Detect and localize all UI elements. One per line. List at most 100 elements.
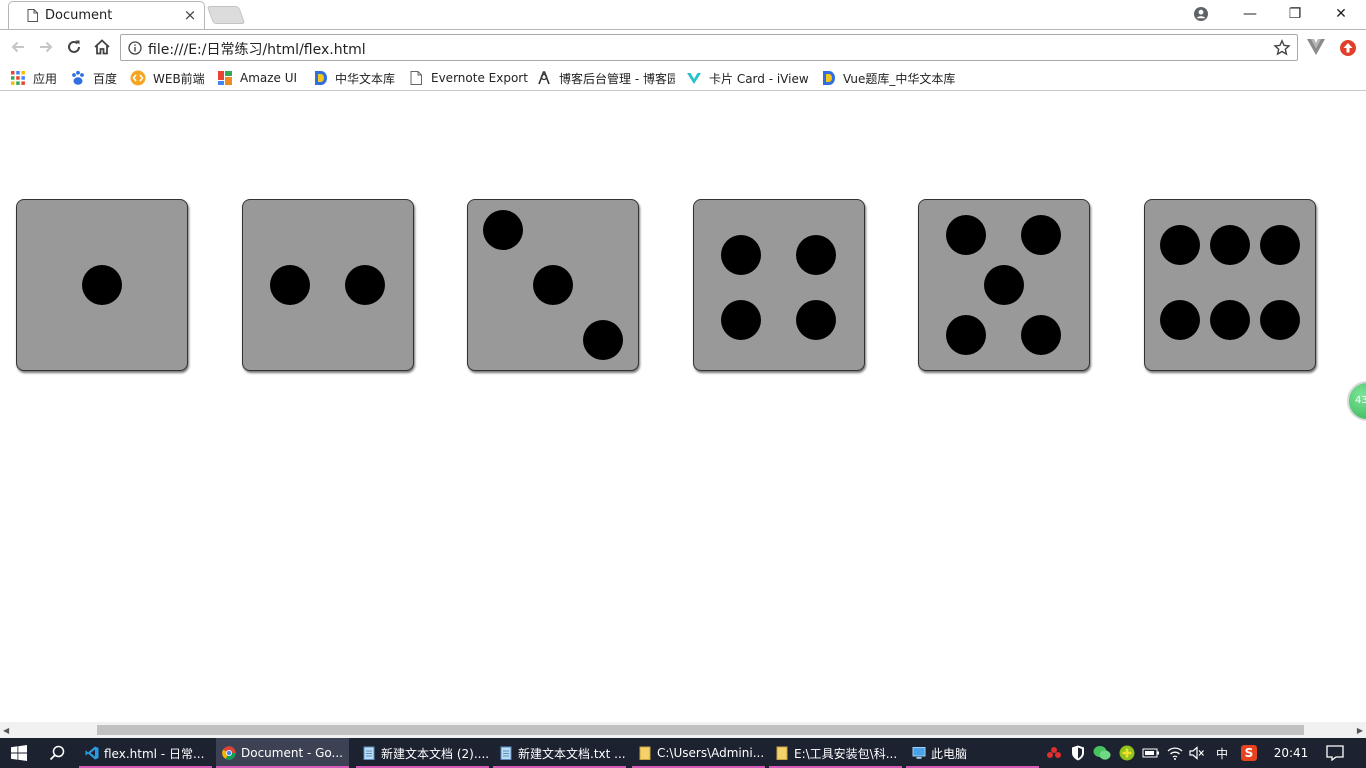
home-button[interactable] — [92, 37, 112, 57]
arrow-left-icon — [11, 41, 24, 53]
die-pip — [1210, 225, 1250, 265]
task-label: Document - Go... — [241, 746, 343, 760]
tray-volume-muted[interactable] — [1187, 738, 1207, 768]
bookmark-evernote-export[interactable]: Evernote Export — [408, 68, 528, 88]
arrow-right-icon — [40, 41, 53, 53]
die-pip — [1160, 300, 1200, 340]
ime-indicator: 中 — [1215, 746, 1228, 761]
die-pip — [483, 210, 523, 250]
browser-toolbar: file:///E:/日常练习/html/flex.html — [0, 29, 1366, 64]
iview-icon — [687, 73, 701, 84]
notepad-icon — [363, 746, 375, 760]
die-pip — [270, 265, 310, 305]
volume-muted-icon — [1189, 746, 1204, 760]
start-button[interactable] — [0, 738, 38, 768]
bookmark-doc88[interactable]: 中华文本库 — [312, 68, 395, 88]
tab-close-icon[interactable]: × — [182, 7, 198, 23]
horizontal-scrollbar[interactable]: ◀ ▶ — [0, 722, 1366, 738]
new-tab-button[interactable] — [206, 6, 246, 24]
bookmark-cnblogs[interactable]: 博客后台管理 - 博客园 — [536, 68, 675, 88]
tray-wifi[interactable] — [1164, 738, 1186, 768]
bookmark-amaze-ui[interactable]: Amaze UI — [217, 68, 297, 88]
scrollbar-thumb[interactable] — [97, 725, 1304, 735]
bookmark-label: 卡片 Card - iView — [709, 71, 809, 86]
chrome-icon — [222, 746, 236, 760]
profile-icon — [1194, 7, 1208, 21]
bookmark-star-icon[interactable] — [1273, 39, 1291, 57]
die-pip — [946, 215, 986, 255]
minimize-button[interactable]: — — [1227, 0, 1273, 28]
bookmark-web-frontend[interactable]: WEB前端 — [130, 68, 205, 88]
taskbar-search-button[interactable] — [38, 738, 76, 768]
tray-wechat[interactable] — [1092, 738, 1112, 768]
address-bar[interactable]: file:///E:/日常练习/html/flex.html — [120, 34, 1298, 61]
restore-icon: ❐ — [1288, 6, 1302, 22]
tray-security[interactable] — [1068, 738, 1088, 768]
plus-circle-icon — [1119, 745, 1135, 761]
floating-accelerator-ball[interactable]: 43 — [1347, 381, 1366, 421]
tray-plus[interactable] — [1117, 738, 1137, 768]
profile-button[interactable] — [1178, 0, 1224, 28]
clock-time: 20:41 — [1273, 746, 1309, 760]
tray-app-icon[interactable] — [1044, 738, 1064, 768]
restore-button[interactable]: ❐ — [1272, 0, 1318, 28]
die-face-five — [918, 199, 1090, 371]
die-pip — [796, 300, 836, 340]
minimize-icon: — — [1243, 6, 1257, 22]
taskbar-app-explorer-users[interactable]: C:\Users\Admini... — [632, 738, 765, 768]
taskbar-app-notepad-txt[interactable]: 新建文本文档.txt ... — [493, 738, 626, 768]
task-label: C:\Users\Admini... — [657, 746, 765, 760]
vue-devtools-icon[interactable] — [1307, 39, 1325, 55]
bookmark-label: Amaze UI — [240, 71, 298, 85]
taskbar-clock[interactable]: 20:41 — [1270, 738, 1312, 768]
die-face-one — [16, 199, 188, 371]
notification-icon — [1326, 745, 1344, 761]
taskbar-app-explorer-tools[interactable]: E:\工具安装包\科... — [769, 738, 902, 768]
bookmark-vue-question-bank[interactable]: Vue题库_中华文本库 — [820, 68, 955, 88]
bookmark-iview-card[interactable]: 卡片 Card - iView — [686, 68, 809, 88]
task-label: 新建文本文档.txt ... — [518, 746, 626, 761]
bookmark-label: WEB前端 — [153, 71, 205, 86]
wifi-icon — [1167, 747, 1183, 760]
close-window-button[interactable]: ✕ — [1318, 0, 1364, 28]
bookmark-label: Vue题库_中华文本库 — [843, 71, 956, 86]
tray-sogou[interactable]: S — [1238, 738, 1260, 768]
back-button[interactable] — [8, 37, 28, 57]
update-arrow-icon[interactable] — [1339, 39, 1357, 57]
die-pip — [1021, 315, 1061, 355]
reload-icon — [68, 40, 80, 53]
reload-button[interactable] — [64, 37, 84, 57]
forward-button[interactable] — [36, 37, 56, 57]
die-pip — [796, 235, 836, 275]
tray-dots-icon — [1047, 747, 1061, 758]
scroll-right-arrow-icon[interactable]: ▶ — [1357, 726, 1363, 735]
folder-icon — [776, 746, 788, 760]
tray-ime[interactable]: 中 — [1211, 738, 1233, 768]
action-center-button[interactable] — [1320, 738, 1350, 768]
scroll-left-arrow-icon[interactable]: ◀ — [3, 726, 9, 735]
task-label: 此电脑 — [931, 746, 968, 761]
taskbar-app-chrome[interactable]: Document - Go... — [216, 738, 349, 768]
cnblogs-icon — [538, 71, 550, 85]
info-icon[interactable] — [128, 41, 142, 55]
bookmark-label: 应用 — [33, 71, 58, 86]
die-face-two — [242, 199, 414, 371]
page-icon — [27, 9, 38, 22]
folder-icon — [639, 746, 651, 760]
battery-icon — [1142, 748, 1159, 758]
taskbar-app-this-pc[interactable]: 此电脑 — [906, 738, 1039, 768]
die-pip — [984, 265, 1024, 305]
taskbar-app-notepad-2[interactable]: 新建文本文档 (2).... — [356, 738, 489, 768]
bookmark-baidu[interactable]: 百度 — [70, 68, 117, 88]
bookmark-apps[interactable]: 应用 — [10, 68, 57, 88]
windows-logo-icon — [11, 745, 27, 761]
windows-taskbar: flex.html - 日常... Document - Go... 新建文本文… — [0, 738, 1366, 768]
tab-document[interactable]: Document × — [8, 1, 205, 29]
notepad-icon — [500, 746, 512, 760]
tray-battery[interactable] — [1140, 738, 1162, 768]
taskbar-app-vscode[interactable]: flex.html - 日常... — [79, 738, 212, 768]
bookmark-label: 百度 — [93, 71, 118, 86]
doc88-icon — [823, 71, 835, 85]
url-text[interactable]: file:///E:/日常练习/html/flex.html — [148, 39, 366, 59]
die-pip — [946, 315, 986, 355]
